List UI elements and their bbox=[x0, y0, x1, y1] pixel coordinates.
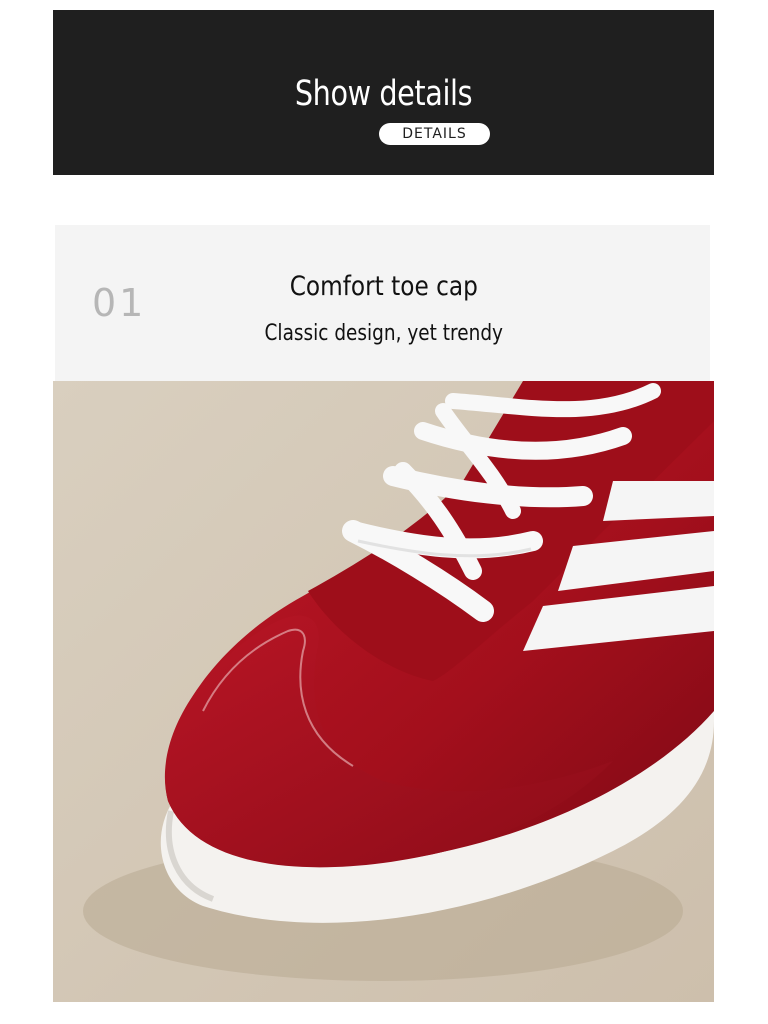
feature-subtitle: Classic design, yet trendy bbox=[264, 321, 503, 346]
feature-caption: 01 Comfort toe cap Classic design, yet t… bbox=[55, 225, 710, 381]
product-photo bbox=[53, 381, 714, 1002]
feature-title: Comfort toe cap bbox=[289, 271, 478, 302]
section-header-banner: Show details DETAILS bbox=[53, 10, 714, 175]
banner-title: Show details bbox=[294, 74, 473, 114]
details-tag: DETAILS bbox=[379, 123, 490, 145]
side-stripe-1 bbox=[603, 481, 714, 521]
